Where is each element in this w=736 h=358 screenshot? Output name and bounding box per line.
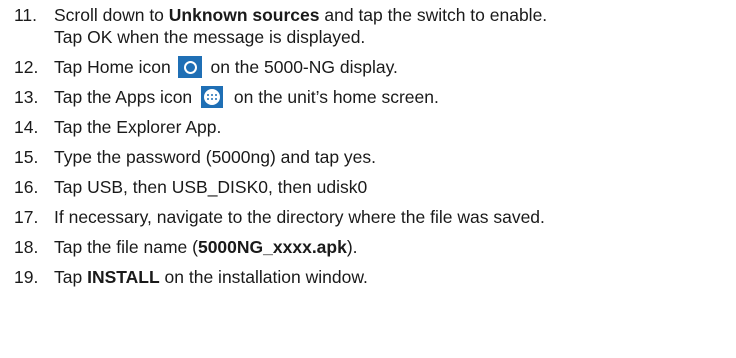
- instruction-document: 11. Scroll down to Unknown sources and t…: [0, 0, 736, 358]
- step-text: If necessary, navigate to the directory …: [54, 207, 545, 227]
- apps-grid-icon: [201, 86, 224, 108]
- step-number: 18.: [14, 237, 39, 257]
- step-15: 15. Type the password (5000ng) and tap y…: [0, 146, 736, 168]
- step-number: 15.: [14, 147, 39, 167]
- step-text: on the 5000-NG display.: [210, 57, 398, 77]
- step-11: 11. Scroll down to Unknown sources and t…: [0, 4, 736, 48]
- step-number: 19.: [14, 267, 39, 287]
- step-number: 17.: [14, 207, 39, 227]
- step-text: Tap Home icon: [54, 57, 171, 77]
- step-bold-text: Unknown sources: [168, 5, 320, 25]
- step-18: 18. Tap the file name (5000NG_xxxx.apk).: [0, 236, 736, 258]
- step-text-line2: Tap OK when the message is displayed.: [54, 27, 366, 47]
- step-text: and tap the switch to enable.: [319, 5, 548, 25]
- step-12: 12. Tap Home icon on the 5000-NG display…: [0, 56, 736, 78]
- step-text: Scroll down to: [54, 5, 169, 25]
- step-text: on the unit’s home screen.: [233, 87, 439, 107]
- step-17: 17. If necessary, navigate to the direct…: [0, 206, 736, 228]
- step-14: 14. Tap the Explorer App.: [0, 116, 736, 138]
- step-number: 11.: [14, 5, 38, 25]
- step-text: Tap USB, then USB_DISK0, then udisk0: [54, 177, 368, 197]
- step-text: ).: [346, 237, 358, 257]
- step-13: 13. Tap the Apps icon on the unit’s home…: [0, 86, 736, 108]
- step-text: Tap the file name (: [54, 237, 198, 257]
- step-number: 12.: [14, 57, 39, 77]
- step-text: on the installation window.: [159, 267, 368, 287]
- step-number: 13.: [14, 87, 39, 107]
- step-bold-text: INSTALL: [87, 267, 160, 287]
- step-number: 14.: [14, 117, 39, 137]
- step-number: 16.: [14, 177, 39, 197]
- home-circle-icon: [177, 56, 202, 78]
- steps-list: 11. Scroll down to Unknown sources and t…: [0, 4, 736, 288]
- step-16: 16. Tap USB, then USB_DISK0, then udisk0: [0, 176, 736, 198]
- step-text: Tap the Apps icon: [54, 87, 193, 107]
- step-text: Tap the Explorer App.: [54, 117, 222, 137]
- step-text: Type the password (5000ng) and tap yes.: [54, 147, 377, 167]
- step-19: 19. Tap INSTALL on the installation wind…: [0, 266, 736, 288]
- step-bold-text: 5000NG_xxxx.apk: [197, 237, 347, 257]
- step-text: Tap: [54, 267, 88, 287]
